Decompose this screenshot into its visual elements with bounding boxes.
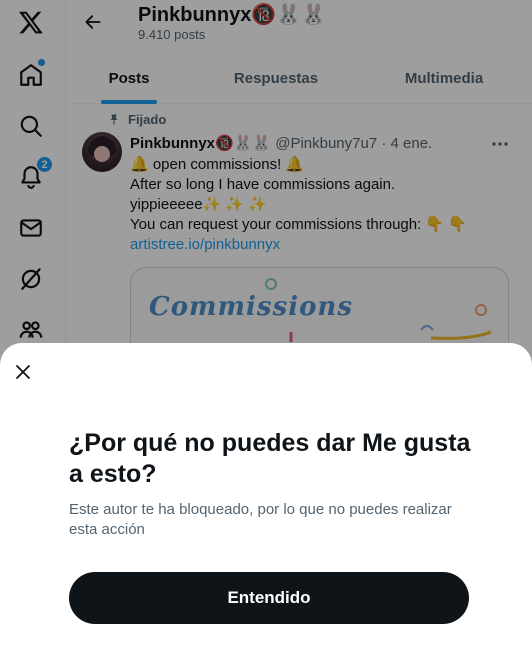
app-root: 2 Pinkbunnyx🔞🐰🐰 9.410 posts Posts Respue…	[0, 0, 532, 665]
understood-button[interactable]: Entendido	[69, 572, 469, 624]
dialog-title: ¿Por qué no puedes dar Me gusta a esto?	[69, 429, 471, 488]
dialog-description: Este autor te ha bloqueado, por lo que n…	[69, 501, 452, 538]
blocked-dialog: ¿Por qué no puedes dar Me gusta a esto? …	[0, 343, 532, 665]
close-icon[interactable]	[10, 359, 36, 385]
